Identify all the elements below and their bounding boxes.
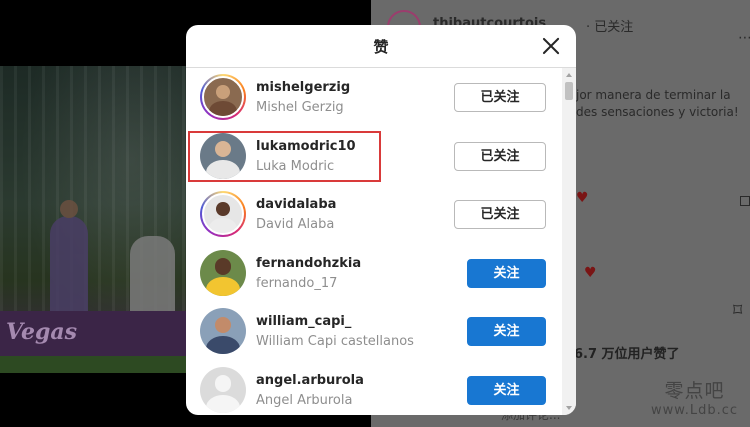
avatar[interactable] [200, 191, 246, 238]
following-button[interactable]: 已关注 [454, 141, 546, 171]
scroll-down-arrow-icon[interactable] [566, 406, 572, 410]
watermark-title: 零点吧 [664, 380, 725, 402]
full-name: William Capi castellanos [256, 334, 414, 350]
avatar[interactable] [200, 132, 246, 179]
list-item: fernandohzkia fernando_17 关注 [186, 244, 561, 303]
watermark-url: www.Ldb.cc [650, 403, 738, 418]
username-link[interactable]: davidalaba [256, 197, 336, 212]
pitch [0, 356, 187, 373]
watermark: 零点吧 www.Ldb.cc [651, 376, 738, 418]
username-link[interactable]: angel.arburola [256, 373, 364, 388]
ad-board: Vegas [0, 311, 187, 356]
close-icon[interactable] [540, 35, 562, 57]
post-photo: Vegas [0, 66, 187, 373]
ad-text: Vegas [6, 319, 78, 345]
full-name: David Alaba [256, 217, 335, 233]
comment-icon[interactable] [740, 196, 750, 206]
post-caption: jor manera de terminar la des sensacione… [576, 88, 739, 119]
heart-icon[interactable]: ♥ [576, 190, 589, 206]
avatar[interactable] [200, 308, 246, 355]
username-link[interactable]: william_capi_ [256, 314, 351, 329]
follow-button[interactable]: 关注 [467, 376, 546, 405]
follow-button[interactable]: 关注 [467, 258, 546, 288]
follow-button[interactable]: 关注 [467, 317, 546, 347]
dialog-title: 赞 [373, 38, 389, 56]
scroll-thumb[interactable] [565, 82, 573, 100]
post-follow-state[interactable]: · 已关注 [586, 16, 633, 35]
username-link[interactable]: lukamodric10 [256, 139, 356, 154]
following-button[interactable]: 已关注 [454, 200, 546, 230]
username-link[interactable]: fernandohzkia [256, 256, 361, 271]
list-item: william_capi_ William Capi castellanos 关注 [186, 302, 561, 361]
likers-list: mishelgerzig Mishel Gerzig 已关注 lukamodric10… [186, 68, 561, 415]
more-options-icon[interactable]: ⋯ [738, 30, 750, 46]
list-item: lukamodric10 Luka Modric 已关注 [186, 127, 561, 186]
avatar[interactable] [200, 74, 246, 120]
scroll-up-arrow-icon[interactable] [566, 73, 572, 77]
username-link[interactable]: mishelgerzig [256, 80, 350, 95]
full-name: Angel Arburola [256, 393, 353, 408]
heart-icon[interactable]: ♥ [584, 265, 597, 281]
following-button[interactable]: 已关注 [454, 83, 546, 112]
bookmark-icon[interactable]: ⌑ [733, 300, 742, 321]
list-item: mishelgerzig Mishel Gerzig 已关注 [186, 68, 561, 127]
full-name: fernando_17 [256, 275, 338, 291]
scrollbar[interactable] [562, 68, 576, 415]
avatar[interactable] [200, 367, 246, 413]
likes-count[interactable]: 6.7 万位用户赞了 [574, 343, 680, 362]
dialog-header: 赞 [186, 25, 576, 68]
full-name: Luka Modric [256, 158, 335, 174]
likes-dialog: 赞 mishelgerzig Mishel Gerzig 已关注 lukamodric… [186, 25, 576, 415]
list-item: davidalaba David Alaba 已关注 [186, 185, 561, 244]
list-item: angel.arburola Angel Arburola 关注 [186, 361, 561, 415]
avatar[interactable] [200, 249, 246, 296]
full-name: Mishel Gerzig [256, 100, 344, 115]
